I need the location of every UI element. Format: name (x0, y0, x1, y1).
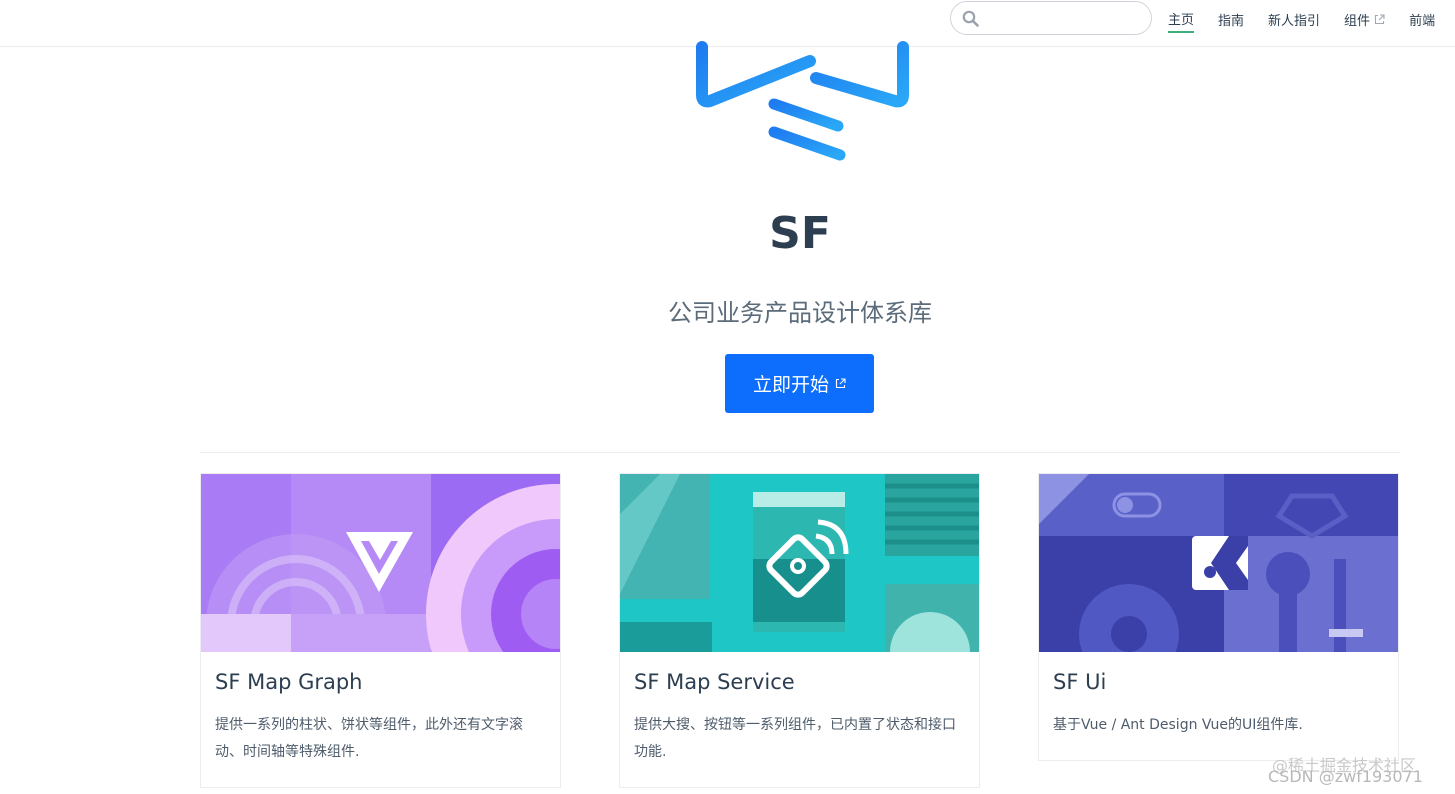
sf-ui-illustration (1039, 474, 1398, 652)
nav-link-onboarding[interactable]: 新人指引 (1268, 9, 1320, 33)
nav-link-guide[interactable]: 指南 (1218, 9, 1244, 33)
hero-divider (200, 452, 1400, 453)
nav-link-home[interactable]: 主页 (1168, 9, 1195, 33)
feature-card-map-service[interactable]: SF Map Service 提供大搜、按钮等一系列组件，已内置了状态和接口功能… (619, 473, 980, 788)
nav-link-frontend[interactable]: 前端 (1409, 9, 1435, 33)
card-description: 提供大搜、按钮等一系列组件，已内置了状态和接口功能. (634, 717, 956, 760)
watermark-csdn: CSDN @zwf193071 (1268, 767, 1423, 786)
external-link-icon (835, 378, 846, 389)
nav-link-onboarding-label: 新人指引 (1268, 14, 1321, 29)
nav-link-frontend-label: 前端 (1409, 14, 1436, 29)
card-description: 提供一系列的柱状、饼状等组件，此外还有文字滚动、时间轴等特殊组件. (215, 717, 523, 760)
external-link-icon (1375, 14, 1385, 25)
hero-description: 公司业务产品设计体系库 (668, 299, 932, 327)
hero-logo (696, 41, 909, 161)
card-title: SF Map Graph (215, 670, 363, 694)
hero-title: SF (769, 208, 831, 259)
nav-link-home-label: 主页 (1168, 13, 1195, 28)
nav-link-guide-label: 指南 (1218, 14, 1245, 29)
card-title: SF Ui (1053, 670, 1107, 694)
card-title: SF Map Service (634, 670, 795, 694)
get-started-label: 立即开始 (752, 374, 829, 396)
map-service-illustration (620, 474, 979, 652)
search-icon (962, 10, 979, 27)
feature-card-map-graph[interactable]: SF Map Graph 提供一系列的柱状、饼状等组件，此外还有文字滚动、时间轴… (200, 473, 561, 788)
nav-link-components-label: 组件 (1344, 14, 1371, 29)
nav-link-components[interactable]: 组件 (1344, 9, 1385, 33)
search-box[interactable] (950, 1, 1152, 35)
feature-card-sf-ui[interactable]: SF Ui 基于Vue / Ant Design Vue的UI组件库. (1038, 473, 1399, 761)
get-started-button[interactable]: 立即开始 (725, 354, 874, 413)
card-description: 基于Vue / Ant Design Vue的UI组件库. (1053, 717, 1303, 733)
map-graph-illustration (201, 474, 560, 652)
search-input[interactable] (985, 8, 1135, 28)
